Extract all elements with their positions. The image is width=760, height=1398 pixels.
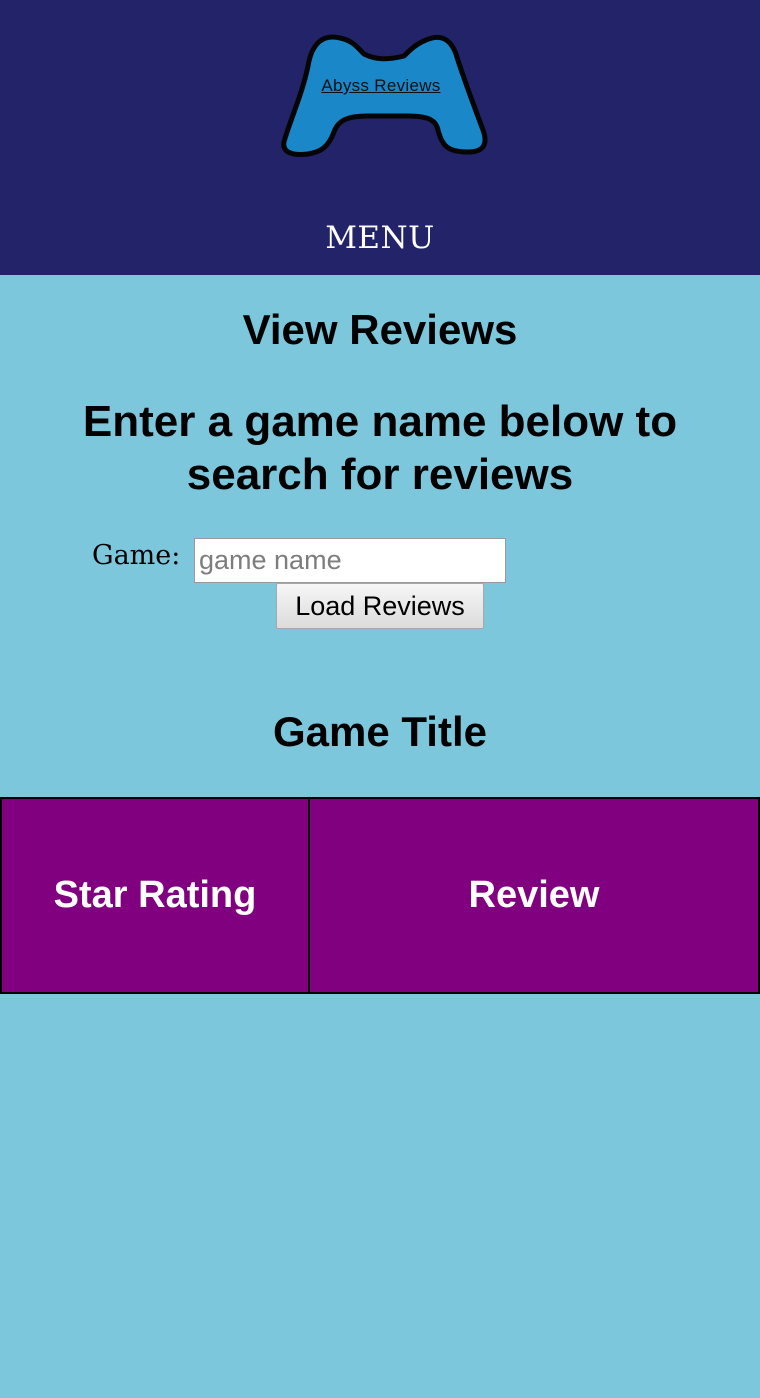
game-field-label: Game: — [92, 540, 181, 571]
search-instructions: Enter a game name below to search for re… — [82, 397, 678, 499]
game-title: Game Title — [273, 708, 487, 755]
review-column-header: Review — [308, 797, 760, 994]
site-logo[interactable]: Abyss Reviews — [278, 30, 490, 158]
page-title: View Reviews — [242, 306, 518, 353]
site-header: Abyss Reviews MENU — [0, 0, 760, 275]
logo-text: Abyss Reviews — [321, 76, 441, 95]
load-reviews-button[interactable]: Load Reviews — [276, 583, 484, 629]
game-name-input[interactable] — [194, 538, 506, 583]
menu-button[interactable]: MENU — [0, 220, 760, 256]
star-rating-column-header: Star Rating — [0, 797, 310, 994]
reviews-table: Star Rating Review — [0, 797, 760, 994]
table-header-row: Star Rating Review — [0, 797, 760, 994]
